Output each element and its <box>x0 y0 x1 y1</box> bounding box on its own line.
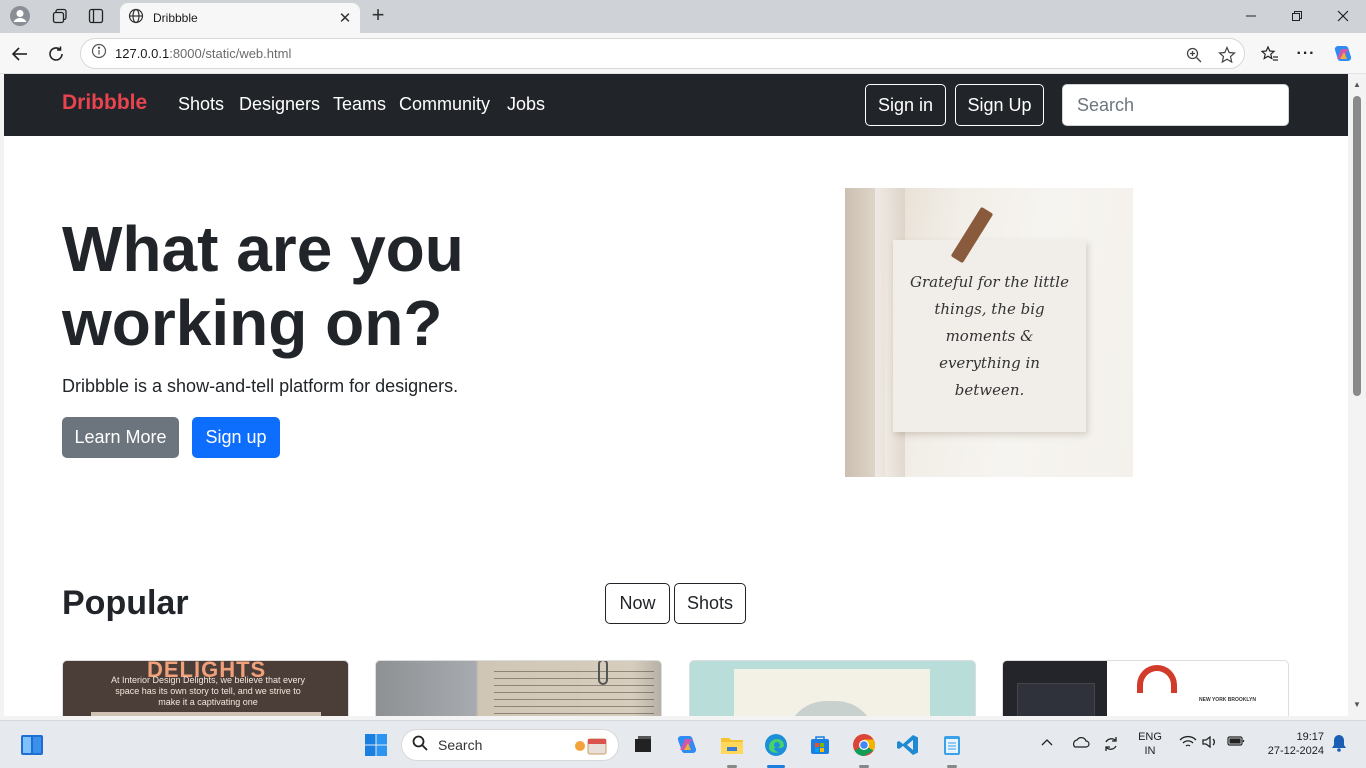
close-window-icon[interactable] <box>1320 4 1366 28</box>
search-icon <box>412 735 428 756</box>
brand-logo[interactable]: Dribbble <box>62 91 147 115</box>
volume-icon[interactable] <box>1202 735 1218 752</box>
wifi-icon[interactable] <box>1179 735 1197 752</box>
tray-expand-icon[interactable] <box>1041 736 1053 750</box>
clock[interactable]: 19:17 27-12-2024 <box>1254 730 1324 758</box>
newspaper-texture <box>494 665 654 716</box>
card-dark-panel <box>1003 661 1107 716</box>
url-host: 127.0.0.1 <box>115 46 170 61</box>
scroll-up-icon[interactable]: ▲ <box>1352 80 1362 90</box>
shot-card-landscape[interactable] <box>689 660 976 716</box>
shot-card-interior[interactable]: DELIGHTS At Interior Design Delights, we… <box>62 660 349 716</box>
store-icon[interactable] <box>807 732 833 758</box>
hero-image: Grateful for the little things, the big … <box>845 188 1133 477</box>
sync-icon[interactable] <box>1102 735 1120 756</box>
nav-designers[interactable]: Designers <box>239 94 320 115</box>
notepad-icon[interactable] <box>939 732 965 758</box>
card-red-shape <box>1137 665 1177 693</box>
language-indicator[interactable]: ENG IN <box>1138 730 1162 758</box>
calendar-highlight-icon <box>570 736 610 761</box>
onedrive-icon[interactable] <box>1070 735 1090 752</box>
card-image-strip <box>91 712 321 716</box>
url-path: :8000/static/web.html <box>169 46 292 61</box>
url-field[interactable]: 127.0.0.1:8000/static/web.html <box>80 38 1245 69</box>
minimize-icon[interactable] <box>1228 4 1274 28</box>
page-scrollbar[interactable]: ▲ ▼ <box>1348 74 1366 716</box>
nav-community[interactable]: Community <box>399 94 490 115</box>
copilot-taskbar-icon[interactable] <box>674 732 700 758</box>
file-explorer-icon[interactable] <box>719 732 745 758</box>
restore-icon[interactable] <box>1274 4 1320 28</box>
zoom-icon[interactable] <box>1184 45 1204 65</box>
address-toolbar: 127.0.0.1:8000/static/web.html ··· <box>0 33 1366 74</box>
profile-icon[interactable] <box>8 5 32 27</box>
shot-card-newspaper[interactable] <box>375 660 662 716</box>
paperclip-icon <box>598 661 608 685</box>
sticky-note: Grateful for the little things, the big … <box>893 240 1086 432</box>
tab-dribbble[interactable]: Dribbble ✕ <box>120 3 360 33</box>
taskbar-search[interactable]: Search <box>401 729 619 761</box>
more-menu-icon[interactable]: ··· <box>1294 42 1318 66</box>
start-icon[interactable] <box>363 732 389 758</box>
favorite-star-icon[interactable] <box>1217 45 1237 65</box>
favorites-icon[interactable] <box>1258 42 1282 66</box>
clock-date: 27-12-2024 <box>1267 745 1324 757</box>
filter-now-button[interactable]: Now <box>605 583 670 624</box>
scroll-down-icon[interactable]: ▼ <box>1352 700 1362 710</box>
clock-time: 19:17 <box>1296 731 1324 743</box>
url-text: 127.0.0.1:8000/static/web.html <box>115 46 291 61</box>
sign-up-nav-button[interactable]: Sign Up <box>955 84 1044 126</box>
new-tab-icon[interactable]: + <box>367 4 389 26</box>
edge-browser-icon[interactable] <box>763 732 789 758</box>
back-icon[interactable] <box>8 42 32 66</box>
site-info-icon[interactable] <box>91 43 107 64</box>
learn-more-button[interactable]: Learn More <box>62 417 179 458</box>
site-navbar: Dribbble Shots Designers Teams Community… <box>4 74 1348 136</box>
widgets-icon[interactable] <box>19 732 45 758</box>
tab-actions-icon[interactable] <box>84 5 108 27</box>
copilot-icon[interactable] <box>1331 42 1355 66</box>
vscode-icon[interactable] <box>895 732 921 758</box>
card-caption: NEW YORK BROOKLYN <box>1199 697 1256 703</box>
language-code: ENG <box>1138 731 1162 743</box>
sign-in-button[interactable]: Sign in <box>865 84 946 126</box>
sign-up-hero-button[interactable]: Sign up <box>192 417 280 458</box>
shot-card-website[interactable]: NEW YORK BROOKLYN <box>1002 660 1289 716</box>
scrollbar-thumb[interactable] <box>1353 96 1361 396</box>
taskbar-search-label: Search <box>438 737 483 753</box>
browser-tab-bar: Dribbble ✕ + <box>0 0 1366 33</box>
close-tab-icon[interactable]: ✕ <box>334 7 356 29</box>
chrome-icon[interactable] <box>851 732 877 758</box>
popular-heading: Popular <box>62 584 189 622</box>
nav-shots[interactable]: Shots <box>178 94 224 115</box>
refresh-icon[interactable] <box>44 42 68 66</box>
card-description: At Interior Design Delights, we believe … <box>110 675 306 707</box>
nav-teams[interactable]: Teams <box>333 94 386 115</box>
os-taskbar: Search ENG IN 19:17 27-12-2024 <box>0 720 1366 768</box>
notification-bell-icon[interactable] <box>1331 734 1347 755</box>
region-code: IN <box>1144 745 1156 757</box>
filter-shots-button[interactable]: Shots <box>674 583 746 624</box>
workspaces-icon[interactable] <box>48 5 72 27</box>
page-viewport: Dribbble Shots Designers Teams Community… <box>4 74 1348 716</box>
card-screen <box>1017 683 1095 716</box>
hero-title: What are you working on? <box>62 213 464 359</box>
hero-subtitle: Dribbble is a show-and-tell platform for… <box>62 376 459 396</box>
nav-jobs[interactable]: Jobs <box>507 94 545 115</box>
globe-icon <box>128 8 144 29</box>
task-view-icon[interactable] <box>630 732 656 758</box>
tab-title: Dribbble <box>153 11 198 25</box>
note-text: Grateful for the little things, the big … <box>910 272 1069 399</box>
battery-icon[interactable] <box>1227 735 1245 750</box>
search-input[interactable] <box>1062 84 1289 126</box>
